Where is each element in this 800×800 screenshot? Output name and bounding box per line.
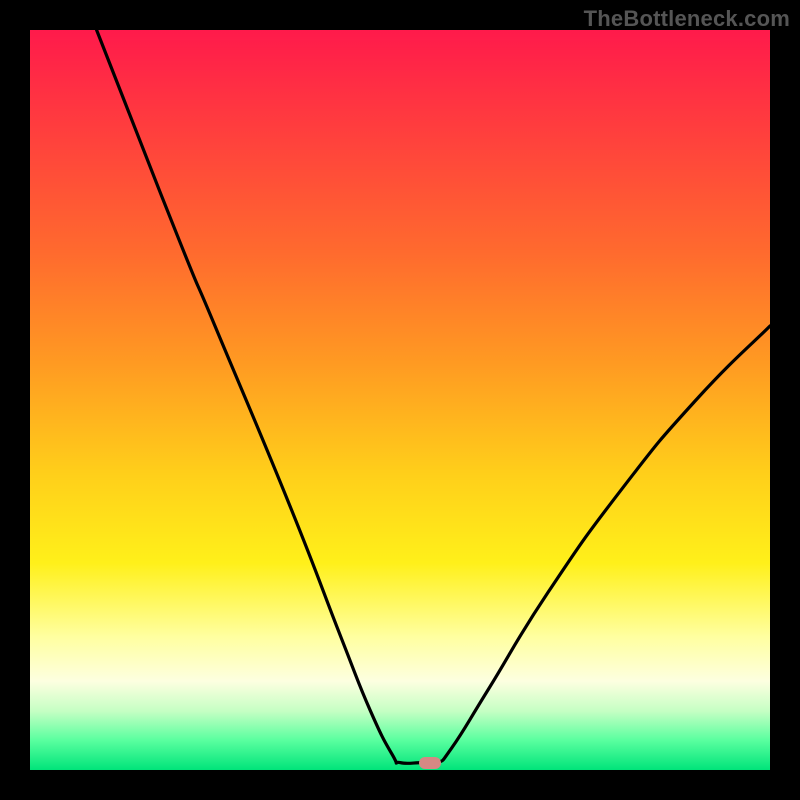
plot-area bbox=[30, 30, 770, 770]
chart-container: TheBottleneck.com bbox=[0, 0, 800, 800]
watermark-text: TheBottleneck.com bbox=[584, 6, 790, 32]
optimum-marker bbox=[419, 757, 441, 769]
chart-svg bbox=[30, 30, 770, 770]
